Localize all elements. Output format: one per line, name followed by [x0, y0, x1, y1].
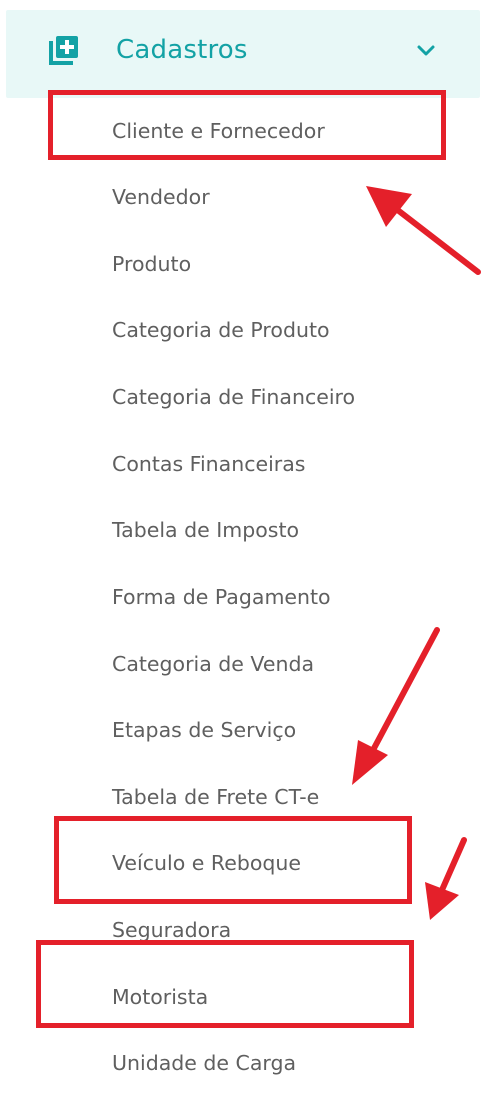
annotation-arrows [352, 186, 481, 920]
sidebar-menu-screenshot: Cadastros Cliente e Fornecedor Vendedor … [0, 0, 488, 1095]
arrow-to-tabela-de-frete [352, 627, 440, 785]
arrow-to-veiculo-e-reboque [425, 837, 467, 920]
arrow-to-cliente-e-fornecedor [366, 186, 481, 275]
